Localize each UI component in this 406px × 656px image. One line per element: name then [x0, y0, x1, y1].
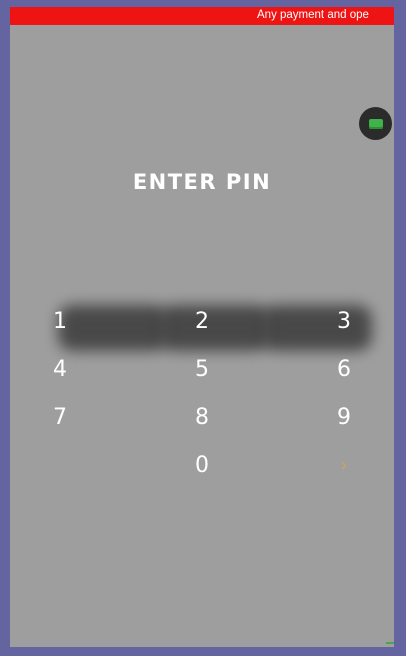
- key-2[interactable]: 2: [179, 303, 225, 341]
- key-7[interactable]: 7: [37, 399, 83, 437]
- key-9[interactable]: 9: [321, 399, 367, 437]
- key-5[interactable]: 5: [179, 351, 225, 389]
- floating-action-button[interactable]: [359, 107, 392, 140]
- notice-banner: Any payment and ope: [10, 7, 394, 25]
- enter-arrow-button[interactable]: ›: [321, 447, 367, 485]
- banner-text: Any payment and ope: [257, 9, 369, 21]
- key-0[interactable]: 0: [179, 447, 225, 485]
- corner-indicator: [386, 634, 394, 644]
- key-6[interactable]: 6: [321, 351, 367, 389]
- key-1[interactable]: 1: [37, 303, 83, 341]
- page-title: ENTER PIN: [132, 170, 272, 194]
- app-screen: Any payment and ope ENTER PIN 1 2 3 4 5 …: [10, 7, 394, 647]
- key-8[interactable]: 8: [179, 399, 225, 437]
- key-3[interactable]: 3: [321, 303, 367, 341]
- key-4[interactable]: 4: [37, 351, 83, 389]
- green-square-icon: [368, 118, 383, 129]
